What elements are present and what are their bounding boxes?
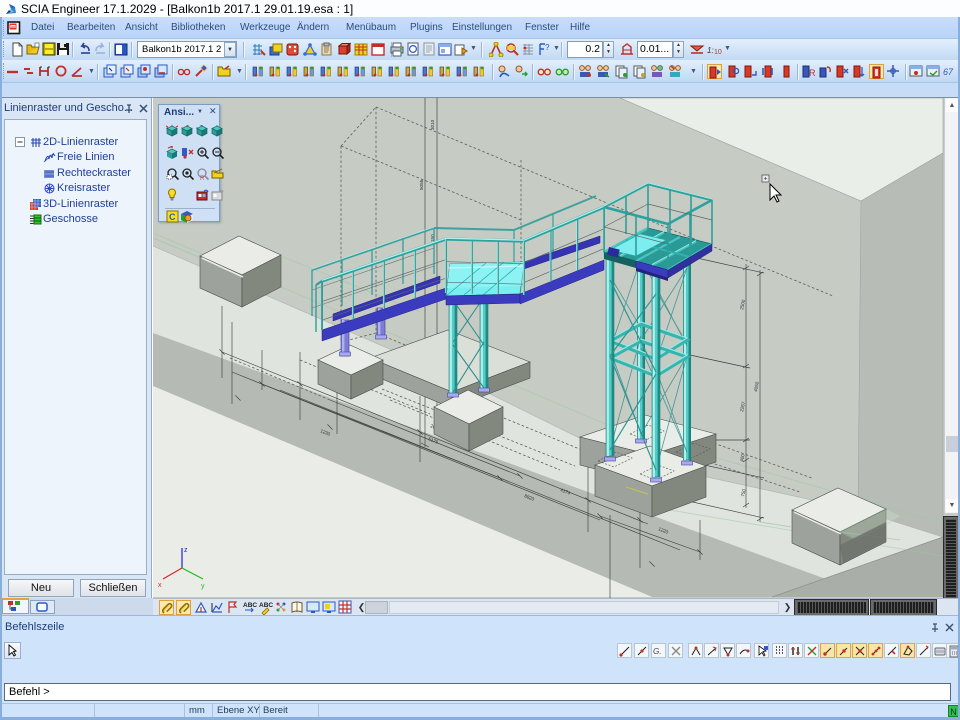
svg-text:1:: 1: xyxy=(707,46,714,55)
svg-text:67: 67 xyxy=(943,67,954,77)
svg-text:x: x xyxy=(158,582,162,589)
svg-text:ABC: ABC xyxy=(259,602,273,609)
svg-text:R: R xyxy=(200,176,205,181)
svg-text:ABC: ABC xyxy=(243,602,257,609)
svg-text:?: ? xyxy=(545,43,550,52)
svg-text:y: y xyxy=(201,583,205,590)
svg-text:5056: 5056 xyxy=(419,179,424,190)
svg-text:3010: 3010 xyxy=(430,119,435,130)
svg-text:y: y xyxy=(181,125,183,130)
svg-text:C: C xyxy=(169,212,176,222)
svg-text:G.: G. xyxy=(653,647,661,656)
svg-text:10: 10 xyxy=(714,49,722,56)
svg-text:z: z xyxy=(184,547,188,554)
svg-text:z: z xyxy=(166,125,168,130)
svg-text:R: R xyxy=(809,68,816,78)
svg-text:x: x xyxy=(196,125,198,130)
